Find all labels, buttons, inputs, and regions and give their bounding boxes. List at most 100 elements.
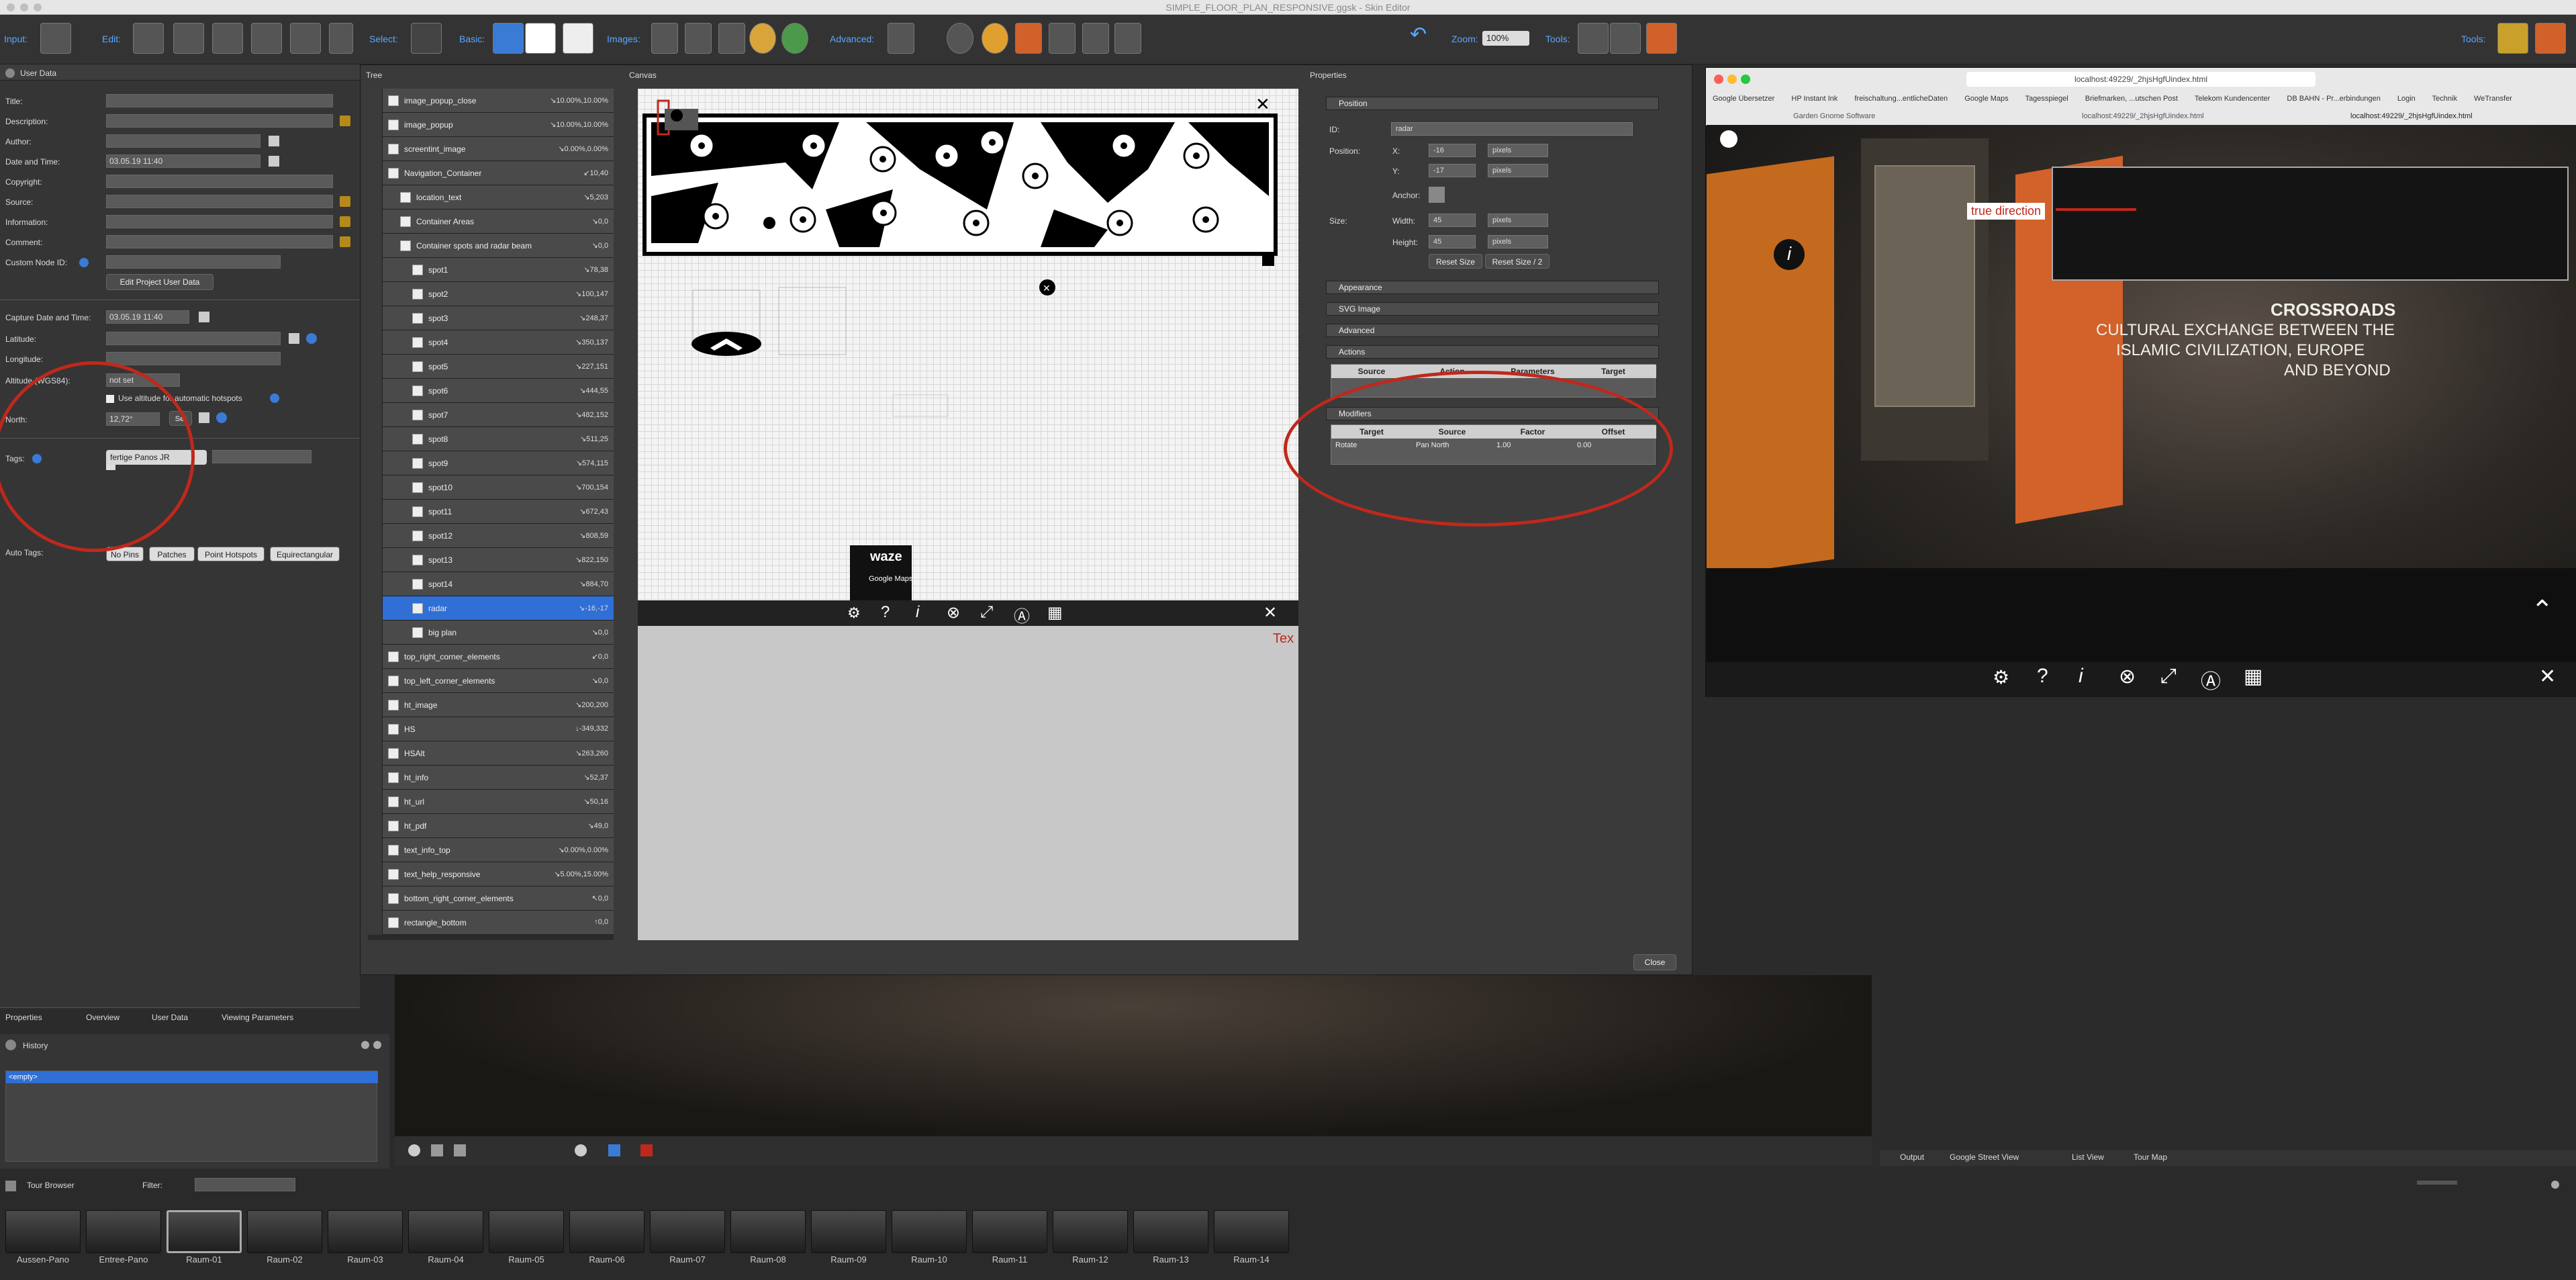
info-icon[interactable] — [306, 333, 317, 344]
viewer-tool-icon[interactable] — [640, 1144, 653, 1156]
tree-row-handle[interactable] — [368, 282, 383, 306]
tab-user-data[interactable]: User Data — [152, 1013, 188, 1022]
bookmark[interactable]: Google Maps — [1964, 95, 2008, 103]
select-arrow-icon[interactable] — [411, 23, 442, 54]
info-hotspot-icon[interactable]: i — [1774, 239, 1805, 270]
tool-skin-icon[interactable] — [1646, 23, 1677, 54]
tab-viewing-parameters[interactable]: Viewing Parameters — [222, 1013, 293, 1022]
float-icon[interactable] — [361, 1041, 369, 1049]
tree-row[interactable]: image_popup_close ↘10.00%,10.00% — [368, 89, 614, 113]
bookmark[interactable]: freischaltung...entlicheDaten — [1854, 95, 1948, 103]
bookmark[interactable]: HP Instant Ink — [1791, 95, 1838, 103]
tree-row[interactable]: rectangle_bottom ↑0,0 — [368, 911, 614, 935]
bookmark[interactable]: Tagesspiegel — [2025, 95, 2068, 103]
viewer-tool-icon[interactable] — [608, 1144, 620, 1156]
white-dot-icon[interactable] — [1720, 130, 1737, 148]
bookmark[interactable]: Briefmarken, ...utschen Post — [2085, 95, 2178, 103]
panorama-thumbnail[interactable] — [5, 1210, 81, 1253]
floorplan-icon[interactable]: ▦ — [2244, 665, 2262, 688]
edit-pencil-icon[interactable] — [340, 196, 350, 207]
tab-output[interactable]: Output — [1900, 1152, 1924, 1162]
edit-pencil-icon[interactable] — [340, 236, 350, 247]
edit-tool-4-icon[interactable] — [251, 23, 282, 54]
tree-row[interactable]: Container spots and radar beam ↘0,0 — [368, 234, 614, 258]
info-icon[interactable]: i — [916, 603, 919, 622]
tree-row[interactable]: text_help_responsive ↘5.00%,15.00% — [368, 862, 614, 886]
panorama-thumbnail[interactable] — [408, 1210, 483, 1253]
tree-row[interactable]: spot12 ↘808,59 — [368, 524, 614, 548]
zoom-window-icon[interactable] — [1741, 75, 1750, 84]
thumb-size-slider[interactable] — [2417, 1181, 2457, 1185]
help-icon[interactable]: ? — [881, 603, 890, 622]
panorama-thumbnail[interactable] — [166, 1210, 242, 1253]
anchor-grid-icon[interactable] — [1429, 187, 1445, 203]
copyright-field[interactable] — [106, 175, 333, 188]
tree-row-handle[interactable] — [368, 911, 383, 935]
custom-node-id-field[interactable] — [106, 255, 281, 269]
autotag-patches[interactable]: Patches — [149, 547, 195, 561]
position-section[interactable]: Position — [1326, 97, 1659, 110]
panorama-thumbnail[interactable] — [328, 1210, 403, 1253]
tree-row[interactable]: top_left_corner_elements ↘0,0 — [368, 669, 614, 693]
appearance-section[interactable]: Appearance — [1326, 281, 1659, 294]
height-field[interactable]: 45 — [1429, 235, 1476, 248]
browser-tab[interactable]: localhost:49229/_2hjsHgfUindex.html — [2082, 112, 2283, 120]
close-icon[interactable]: ✕ — [2539, 665, 2556, 688]
tree-row-handle[interactable] — [368, 330, 383, 355]
floorplan-icon[interactable]: ▦ — [1047, 603, 1063, 623]
panorama-thumbnail[interactable] — [811, 1210, 886, 1253]
svg-image-section[interactable]: SVG Image — [1326, 302, 1659, 316]
x-field[interactable]: -16 — [1429, 144, 1476, 157]
progress-icon[interactable] — [1114, 23, 1141, 54]
close-icon[interactable] — [373, 1041, 381, 1049]
advanced-section[interactable]: Advanced — [1326, 324, 1659, 337]
viewer-tool-icon[interactable] — [454, 1144, 466, 1156]
edit-pencil-icon[interactable] — [340, 116, 350, 126]
x-unit-select[interactable]: pixels — [1488, 144, 1548, 157]
panorama-thumbnail[interactable] — [1133, 1210, 1208, 1253]
scrollarea-icon[interactable] — [888, 23, 914, 54]
container-icon[interactable] — [493, 23, 524, 54]
close-window-icon[interactable] — [7, 3, 15, 11]
canvas[interactable]: ✕ ✕ waze Google Maps ⚙ ? i ⊗ ⤢ Ⓐ ▦ ✕ — [638, 89, 1298, 626]
tree-row[interactable]: bottom_right_corner_elements ↖0,0 — [368, 886, 614, 911]
tree-row-handle[interactable] — [368, 693, 383, 717]
panorama-view[interactable]: i true direction CROSSROADS CULTURAL EXC… — [1707, 125, 2576, 662]
bookmark[interactable]: Login — [2397, 95, 2416, 103]
tree-row-handle[interactable] — [368, 669, 383, 693]
width-field[interactable]: 45 — [1429, 214, 1476, 227]
tree-row[interactable]: ht_pdf ↘49,0 — [368, 814, 614, 838]
tree-row-handle[interactable] — [368, 500, 383, 524]
edit-tool-1-icon[interactable] — [133, 23, 164, 54]
information-field[interactable] — [106, 215, 333, 228]
viewer-tool-icon[interactable] — [431, 1144, 443, 1156]
tree-row[interactable]: Container Areas ↘0,0 — [368, 210, 614, 234]
compass-icon[interactable]: Ⓐ — [1014, 603, 1030, 627]
map-pick-icon[interactable] — [289, 333, 299, 344]
tree-row-handle[interactable] — [368, 161, 383, 185]
latitude-field[interactable] — [106, 332, 281, 345]
tree-row[interactable]: spot13 ↘822,150 — [368, 548, 614, 572]
y-field[interactable]: -17 — [1429, 164, 1476, 177]
info-icon[interactable]: i — [2079, 665, 2083, 688]
edit-tool-6-icon[interactable] — [329, 23, 353, 54]
panorama-thumbnail[interactable] — [730, 1210, 806, 1253]
tree-row[interactable]: HS ↓-349,332 — [368, 717, 614, 741]
tree-row[interactable]: spot1 ↘78,38 — [368, 258, 614, 282]
gear-icon[interactable] — [982, 23, 1008, 54]
close-button[interactable]: Close — [1633, 954, 1676, 970]
viewer-tool-icon[interactable] — [575, 1144, 587, 1156]
tree-row[interactable]: spot6 ↘444,55 — [368, 379, 614, 403]
tree-row-handle[interactable] — [368, 427, 383, 451]
image-icon[interactable] — [651, 23, 678, 54]
google-maps-button[interactable]: Google Maps — [869, 575, 912, 583]
tree-row-handle[interactable] — [368, 379, 383, 403]
browser-tab[interactable]: Garden Gnome Software — [1793, 112, 1995, 120]
close-window-icon[interactable] — [1714, 75, 1723, 84]
bookmark[interactable]: Technik — [2432, 95, 2457, 103]
edit-project-user-data-button[interactable]: Edit Project User Data — [106, 274, 213, 290]
tree-row[interactable]: spot10 ↘700,154 — [368, 475, 614, 500]
reset-size-half-button[interactable]: Reset Size / 2 — [1485, 254, 1549, 269]
tab-overview[interactable]: Overview — [86, 1013, 120, 1022]
tree-row-handle[interactable] — [368, 258, 383, 282]
